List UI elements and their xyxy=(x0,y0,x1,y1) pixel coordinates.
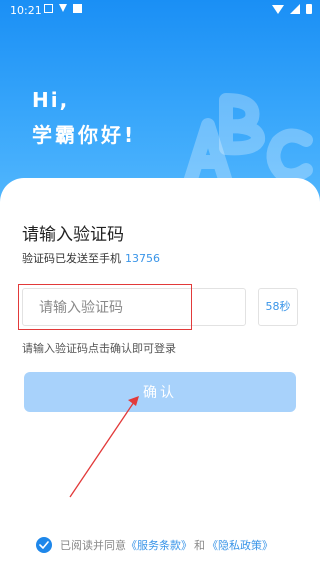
sent-to-label: 验证码已发送至手机 xyxy=(22,252,121,265)
code-input[interactable] xyxy=(37,289,231,327)
checkbox-checked-icon[interactable] xyxy=(36,537,52,553)
app-notification-icon xyxy=(73,4,82,13)
greeting-line-1: Hi, xyxy=(32,88,70,112)
status-bar: 10:21 xyxy=(0,0,320,22)
confirm-button[interactable]: 确认 xyxy=(24,372,296,412)
battery-icon xyxy=(306,4,312,14)
terms-link[interactable]: 《服务条款》 xyxy=(126,537,192,553)
signal-icon xyxy=(290,4,300,14)
wifi-icon xyxy=(272,4,284,14)
sent-to-text: 验证码已发送至手机 13756 xyxy=(22,250,160,266)
code-field[interactable] xyxy=(22,288,246,327)
countdown-button[interactable]: 58秒 xyxy=(258,288,298,326)
phone-number: 13756 xyxy=(125,252,160,265)
greeting-line-2: 学霸你好! xyxy=(32,123,137,147)
privacy-link[interactable]: 《隐私政策》 xyxy=(207,537,273,553)
page-title: 请输入验证码 xyxy=(22,225,124,245)
agreement-and: 和 xyxy=(194,539,205,552)
hint-text: 请输入验证码点击确认即可登录 xyxy=(22,342,176,355)
agreement-prefix: 已阅读并同意 xyxy=(60,539,126,552)
image-notification-icon xyxy=(44,4,53,13)
download-icon xyxy=(59,4,67,12)
agreement-row: 已阅读并同意 《服务条款》 和 《隐私政策》 xyxy=(36,537,273,553)
status-time: 10:21 xyxy=(10,4,42,17)
